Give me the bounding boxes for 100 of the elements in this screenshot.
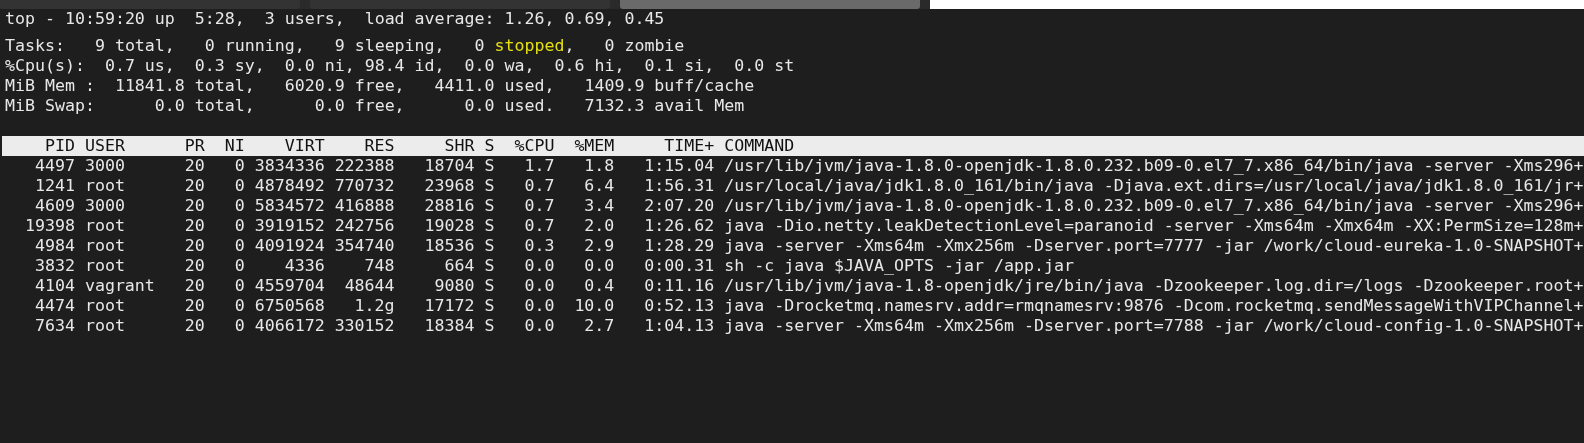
table-cell-text: 0:52.13 [643, 296, 715, 316]
table-cell-text: 4336 [283, 256, 325, 276]
table-cell-text: 2.0 [583, 216, 615, 236]
table-cell-text: 1:26.62 [643, 216, 715, 236]
table-cell-text: 0 [233, 216, 245, 236]
table-cell-text: S [483, 156, 495, 176]
table-cell-text: 9080 [433, 276, 475, 296]
table-cell-text: 4878492 [253, 176, 325, 196]
table-cell-text: 48644 [343, 276, 395, 296]
table-cell-text: 3919152 [253, 216, 325, 236]
table-cell-text: 0 [233, 196, 245, 216]
table-cell-text: root [83, 176, 126, 196]
table-cell-text: 354740 [333, 236, 395, 256]
column-header: PID [43, 136, 75, 156]
table-cell-text: 3000 [83, 156, 126, 176]
table-cell-text: 5834572 [253, 196, 325, 216]
column-header: VIRT [283, 136, 325, 156]
table-cell-text: /usr/local/java/jdk1.8.0_161/bin/java -Djava.ext.dirs=/usr/local/java/jdk1.8.0_161/jr+ [723, 176, 1584, 196]
table-cell-text: 7634 [33, 316, 75, 336]
table-cell-text: 0.0 [523, 316, 555, 336]
table-cell-text: 1.7 [523, 156, 555, 176]
table-cell-text: 0.3 [523, 236, 555, 256]
column-header: RES [363, 136, 395, 156]
table-cell-text: S [483, 176, 495, 196]
table-cell-text: 19028 [423, 216, 475, 236]
column-header: PR [183, 136, 205, 156]
table-cell-text: 2:07.20 [643, 196, 715, 216]
column-header: NI [223, 136, 245, 156]
table-cell-text: 6750568 [253, 296, 325, 316]
table-cell-text: 1.2g [353, 296, 395, 316]
table-cell-text: S [483, 276, 495, 296]
table-cell-text: 3.4 [583, 196, 615, 216]
table-cell-text: 242756 [333, 216, 395, 236]
table-cell-text: root [83, 296, 126, 316]
highlighted-text: stopped [494, 36, 565, 55]
table-cell-text: 4497 [33, 156, 75, 176]
table-cell-text: 20 [183, 256, 205, 276]
table-cell-text: 3832 [33, 256, 75, 276]
window-tab[interactable] [620, 0, 920, 9]
table-cell-text: java -Drocketmq.namesrv.addr=rmqnamesrv:9876 -Dcom.rocketmq.sendMessageWithVIPChannel+ [723, 296, 1584, 316]
table-cell-text: 4104 [33, 276, 75, 296]
table-cell-text: /usr/lib/jvm/java-1.8.0-openjdk-1.8.0.232.b09-0.el7_7.x86_64/bin/java -server -Xms296+ [723, 156, 1584, 176]
table-cell-text: 4474 [33, 296, 75, 316]
table-cell-text: /usr/lib/jvm/java-1.8-openjdk/jre/bin/java -Dzookeeper.log.dir=/logs -Dzookeeper.root+ [723, 276, 1584, 296]
table-cell-text: 0:00.31 [643, 256, 715, 276]
table-cell-text: S [483, 236, 495, 256]
table-cell-text: 4559704 [253, 276, 325, 296]
table-cell-text: 0.7 [523, 216, 555, 236]
table-cell-text: 330152 [333, 316, 395, 336]
table-cell-text: 20 [183, 216, 205, 236]
table-cell-text: 0 [233, 276, 245, 296]
table-cell-text: 2.7 [583, 316, 615, 336]
table-cell-text: 0.7 [523, 196, 555, 216]
table-cell-text: 1:28.29 [643, 236, 715, 256]
table-cell-text: 0.0 [523, 276, 555, 296]
table-cell-text: 2.9 [583, 236, 615, 256]
table-cell-text: 0.4 [583, 276, 615, 296]
table-cell-text: 0 [233, 176, 245, 196]
summary-text: MiB Mem : 11841.8 total, 6020.9 free, 4411.0 used, 1409.9 buff/cache [5, 76, 755, 95]
table-cell-text: root [83, 216, 126, 236]
table-cell-text: root [83, 236, 126, 256]
table-cell-text: 18384 [423, 316, 475, 336]
table-cell-text: 17172 [423, 296, 475, 316]
table-cell-text: 664 [443, 256, 475, 276]
column-header: SHR [443, 136, 475, 156]
table-cell-text: S [483, 296, 495, 316]
table-cell-text: 20 [183, 156, 205, 176]
table-cell-text: 18536 [423, 236, 475, 256]
table-cell-text: 20 [183, 196, 205, 216]
table-cell-text: 1241 [33, 176, 75, 196]
table-cell-text: root [83, 256, 126, 276]
summary-text: top - 10:59:20 up 5:28, 3 users, load average: 1.26, 0.69, 0.45 [5, 9, 665, 28]
table-cell-text: S [483, 216, 495, 236]
column-header: USER [83, 136, 126, 156]
table-cell-text: S [483, 256, 495, 276]
table-cell-text: 0.7 [523, 176, 555, 196]
table-cell-text: java -Dio.netty.leakDetectionLevel=paranoid -server -Xms64m -Xmx64m -XX:PermSize=128m+ [723, 216, 1584, 236]
column-header: TIME+ [663, 136, 715, 156]
table-cell-text: 4091924 [253, 236, 325, 256]
table-cell-text: 1.8 [583, 156, 615, 176]
table-cell-text: 4609 [33, 196, 75, 216]
table-cell-text: 0 [233, 156, 245, 176]
table-cell-text: S [483, 196, 495, 216]
table-cell-text: 0 [233, 316, 245, 336]
table-cell-text: 4066172 [253, 316, 325, 336]
table-cell-text: 28816 [423, 196, 475, 216]
table-cell-text: 3000 [83, 196, 126, 216]
table-cell-text: 0:11.16 [643, 276, 715, 296]
table-cell-text: 18704 [423, 156, 475, 176]
table-cell-text: 20 [183, 316, 205, 336]
table-cell-text: 20 [183, 236, 205, 256]
table-cell-text: 3834336 [253, 156, 325, 176]
column-header: %MEM [573, 136, 615, 156]
table-cell-text: 20 [183, 296, 205, 316]
table-cell-text: java -server -Xms64m -Xmx256m -Dserver.port=7777 -jar /work/cloud-eureka-1.0-SNAPSHOT+ [723, 236, 1584, 256]
table-cell-text: 748 [363, 256, 395, 276]
table-cell-text: 222388 [333, 156, 395, 176]
table-cell-text: S [483, 316, 495, 336]
table-cell-text: 10.0 [573, 296, 615, 316]
table-cell-text: 4984 [33, 236, 75, 256]
